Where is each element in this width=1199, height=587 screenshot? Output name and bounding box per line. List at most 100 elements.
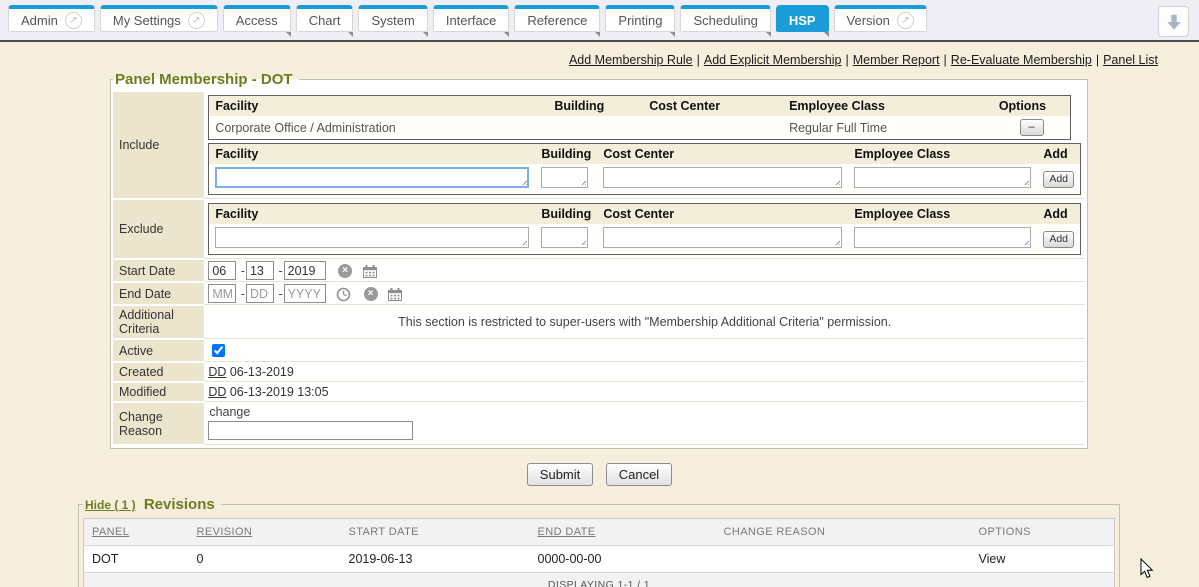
link-member-report[interactable]: Member Report (853, 53, 940, 67)
tab-label: My Settings (113, 13, 181, 28)
sort-revision-link[interactable]: REVISION (197, 526, 253, 538)
tab-my-settings[interactable]: My Settings ↗ (100, 5, 218, 32)
created-date: 06-13-2019 (230, 365, 294, 379)
modified-label: Modified (113, 383, 204, 401)
revision-start-date: 2019-06-13 (341, 546, 530, 573)
external-link-icon: ↗ (188, 12, 205, 29)
panel-title: Panel Membership - DOT (113, 71, 299, 88)
change-reason-label: Change Reason (113, 403, 204, 444)
paging-status: DISPLAYING 1-1 / 1 (84, 573, 1115, 587)
tab-access[interactable]: Access (223, 5, 291, 32)
tab-chart[interactable]: Chart (296, 5, 354, 32)
include-employee-class-input[interactable] (854, 167, 1031, 188)
clear-date-icon[interactable]: × (338, 264, 352, 278)
action-links-bar: Add Membership Rule | Add Explicit Members… (0, 53, 1158, 67)
end-date-cell: - - × (204, 283, 1085, 304)
calendar-icon[interactable] (388, 288, 402, 301)
include-add-button[interactable]: Add (1043, 171, 1074, 188)
col-panel: PANEL (84, 519, 189, 546)
col-options: OPTIONS (971, 519, 1115, 546)
modified-user-link[interactable]: DD (208, 385, 226, 399)
end-month-input[interactable] (208, 284, 236, 303)
link-re-evaluate-membership[interactable]: Re-Evaluate Membership (951, 53, 1092, 67)
change-reason-input[interactable] (208, 421, 413, 440)
tab-label: Scheduling (693, 13, 757, 28)
rule-facility: Corporate Office / Administration (209, 116, 549, 140)
view-revision-link[interactable]: View (979, 552, 1006, 566)
link-add-membership-rule[interactable]: Add Membership Rule (569, 53, 693, 67)
scroll-down-button[interactable] (1158, 6, 1189, 37)
form-buttons: Submit Cancel (0, 463, 1199, 486)
revision-end-date: 0000-00-00 (530, 546, 716, 573)
exclude-building-input[interactable] (541, 227, 588, 248)
start-date-cell: - - × (204, 260, 1085, 281)
exclude-employee-class-input[interactable] (854, 227, 1031, 248)
exclude-add-table: Facility Building Cost Center Employee C… (208, 203, 1081, 255)
exclude-add-button[interactable]: Add (1043, 231, 1074, 248)
link-separator: | (1096, 53, 1099, 67)
col-start-date: START DATE (341, 519, 530, 546)
tab-printing[interactable]: Printing (605, 5, 675, 32)
external-link-icon: ↗ (65, 12, 82, 29)
cancel-button[interactable]: Cancel (606, 463, 672, 486)
tab-hsp-active[interactable]: HSP (776, 5, 829, 32)
end-year-input[interactable] (284, 284, 326, 303)
start-date-label: Start Date (113, 260, 204, 281)
start-month-input[interactable] (208, 261, 236, 280)
exclude-facility-input[interactable] (215, 227, 529, 248)
remove-rule-button[interactable]: – (1020, 119, 1044, 136)
membership-rule-row: Corporate Office / Administration Regula… (209, 116, 1071, 140)
end-day-input[interactable] (246, 284, 274, 303)
tab-version[interactable]: Version ↗ (834, 5, 927, 32)
tab-label: Access (236, 13, 278, 28)
col-employee-class: Employee Class (783, 96, 993, 117)
hide-revisions-link[interactable]: Hide ( 1 ) (85, 498, 136, 512)
app-window: Admin ↗ My Settings ↗ Access Chart Syste… (0, 0, 1199, 587)
link-panel-list[interactable]: Panel List (1103, 53, 1158, 67)
rule-building (548, 116, 643, 140)
date-separator: - (278, 287, 282, 301)
col-add: Add (1037, 204, 1080, 225)
sort-end-date-link[interactable]: END DATE (538, 526, 596, 538)
revisions-table: PANEL REVISION START DATE END DATE CHANG… (83, 518, 1115, 587)
col-cost-center: Cost Center (597, 204, 848, 225)
tab-reference[interactable]: Reference (514, 5, 600, 32)
calendar-icon[interactable] (363, 265, 377, 278)
col-employee-class: Employee Class (848, 204, 1037, 225)
revisions-fieldset: Hide ( 1 ) Revisions PANEL REVISION STAR… (78, 496, 1120, 587)
clear-date-icon[interactable]: × (364, 287, 378, 301)
active-label: Active (113, 340, 204, 361)
include-building-input[interactable] (541, 167, 588, 188)
revisions-title: Revisions (144, 496, 215, 513)
start-year-input[interactable] (284, 261, 326, 280)
link-add-explicit-membership[interactable]: Add Explicit Membership (704, 53, 842, 67)
options-header: OPTIONS (979, 526, 1031, 538)
exclude-cost-center-input[interactable] (603, 227, 842, 248)
additional-criteria-label: Additional Criteria (113, 306, 204, 338)
tab-scheduling[interactable]: Scheduling (680, 5, 770, 32)
tab-system[interactable]: System (358, 5, 427, 32)
top-navbar: Admin ↗ My Settings ↗ Access Chart Syste… (0, 0, 1199, 42)
additional-criteria-text: This section is restricted to super-user… (204, 306, 1085, 338)
col-options: Options (993, 96, 1071, 117)
col-change-reason: CHANGE REASON (716, 519, 971, 546)
date-separator: - (241, 287, 245, 301)
tab-admin[interactable]: Admin ↗ (8, 5, 95, 32)
tab-label: HSP (789, 13, 816, 28)
include-facility-input[interactable] (215, 167, 529, 188)
start-day-input[interactable] (246, 261, 274, 280)
link-separator: | (944, 53, 947, 67)
date-separator: - (241, 264, 245, 278)
include-cost-center-input[interactable] (603, 167, 842, 188)
end-date-label: End Date (113, 283, 204, 304)
created-user-link[interactable]: DD (208, 365, 226, 379)
tab-interface[interactable]: Interface (433, 5, 510, 32)
revision-panel: DOT (84, 546, 189, 573)
clock-icon[interactable] (336, 287, 351, 302)
sort-panel-link[interactable]: PANEL (92, 526, 129, 538)
date-separator: - (278, 264, 282, 278)
active-checkbox[interactable] (212, 344, 225, 357)
tab-label: Printing (618, 13, 662, 28)
include-cell: Facility Building Cost Center Employee C… (204, 92, 1085, 198)
submit-button[interactable]: Submit (527, 463, 593, 486)
